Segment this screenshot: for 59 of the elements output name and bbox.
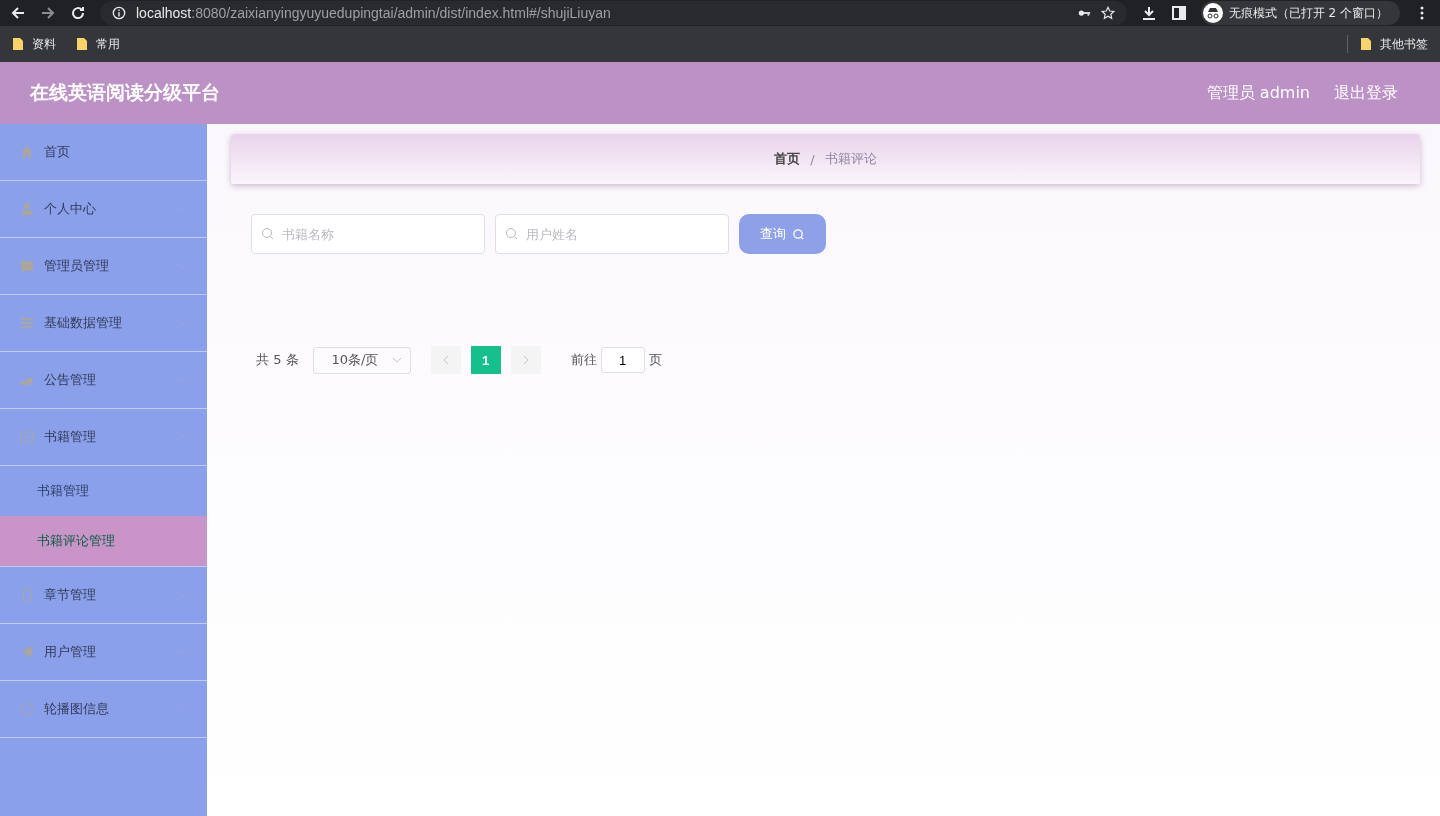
- card-icon: [20, 259, 34, 273]
- bookmark[interactable]: 资料: [12, 35, 56, 53]
- page-number[interactable]: 1: [470, 346, 501, 374]
- ring-icon: [20, 702, 34, 716]
- reload-icon[interactable]: [70, 5, 86, 21]
- url-text: localhost:8080/zaixianyingyuyuedupingtai/admin/dist/index.html#/shujiLiuyan: [136, 5, 611, 21]
- bookmark-label: 常用: [96, 35, 120, 53]
- other-bookmarks[interactable]: 其他书签: [1360, 35, 1428, 53]
- side-panel-icon[interactable]: [1170, 5, 1187, 21]
- download-icon[interactable]: [1140, 5, 1157, 21]
- site-title: 在线英语阅读分级平台: [30, 80, 220, 105]
- star-icon[interactable]: [1100, 6, 1115, 20]
- back-icon[interactable]: [10, 5, 26, 21]
- menu-label: 管理员管理: [44, 257, 110, 275]
- menu-label: 首页: [44, 143, 71, 161]
- address-bar[interactable]: localhost:8080/zaixianyingyuyuedupingtai/admin/dist/index.html#/shujiLiuyan: [100, 1, 1127, 25]
- search-icon: [261, 227, 275, 241]
- info-icon[interactable]: [112, 6, 126, 20]
- menu-label: 公告管理: [44, 371, 97, 389]
- folder-icon: [1360, 37, 1372, 51]
- menu-label: 用户管理: [44, 643, 97, 661]
- page-unit: 页: [648, 351, 662, 369]
- lines-icon: [20, 316, 34, 330]
- incognito-badge[interactable]: 无痕模式（已打开 2 个窗口）: [1200, 1, 1400, 25]
- submenu-item[interactable]: 书籍评论管理: [0, 516, 207, 567]
- menu-label: 个人中心: [44, 200, 97, 218]
- breadcrumb-item[interactable]: 首页: [774, 150, 801, 168]
- menu-label: 书籍管理: [44, 428, 97, 446]
- person-icon: [20, 202, 34, 216]
- breadcrumb-separator: /: [810, 151, 815, 167]
- goto-label: 前往: [570, 351, 597, 369]
- bookmark-label: 资料: [32, 35, 56, 53]
- submenu-item[interactable]: 书籍管理: [0, 466, 207, 516]
- dropdown-icon: [391, 357, 402, 363]
- logout-link[interactable]: 退出登录: [1334, 82, 1398, 104]
- menu-label: 章节管理: [44, 586, 97, 604]
- goto-page-input[interactable]: 1: [600, 347, 645, 373]
- query-button[interactable]: 查询: [739, 214, 826, 254]
- breadcrumb-item: 书籍评论: [824, 150, 877, 168]
- home-icon: [20, 145, 34, 159]
- chevron-left-icon: [441, 355, 450, 365]
- menu-label: 轮播图信息: [44, 700, 110, 718]
- total-count: 共 5 条: [256, 351, 299, 369]
- search-field[interactable]: 书籍名称: [251, 214, 485, 254]
- search-icon: [792, 227, 805, 241]
- folder-icon: [76, 37, 88, 51]
- bookmark-label: 其他书签: [1380, 35, 1428, 53]
- search-icon: [505, 227, 519, 241]
- menu-label: 基础数据管理: [44, 314, 123, 332]
- chevron-right-icon: [521, 355, 530, 365]
- plane-icon: [20, 645, 34, 659]
- bookmark[interactable]: 常用: [76, 35, 120, 53]
- folder-icon: [12, 37, 24, 51]
- page-size-select[interactable]: 10条/页: [312, 346, 411, 374]
- user-label: 管理员 admin: [1206, 82, 1310, 104]
- incognito-icon: [1202, 3, 1223, 23]
- forward-icon[interactable]: [40, 5, 56, 21]
- phone-icon: [20, 588, 34, 602]
- search-field[interactable]: 用户姓名: [495, 214, 729, 254]
